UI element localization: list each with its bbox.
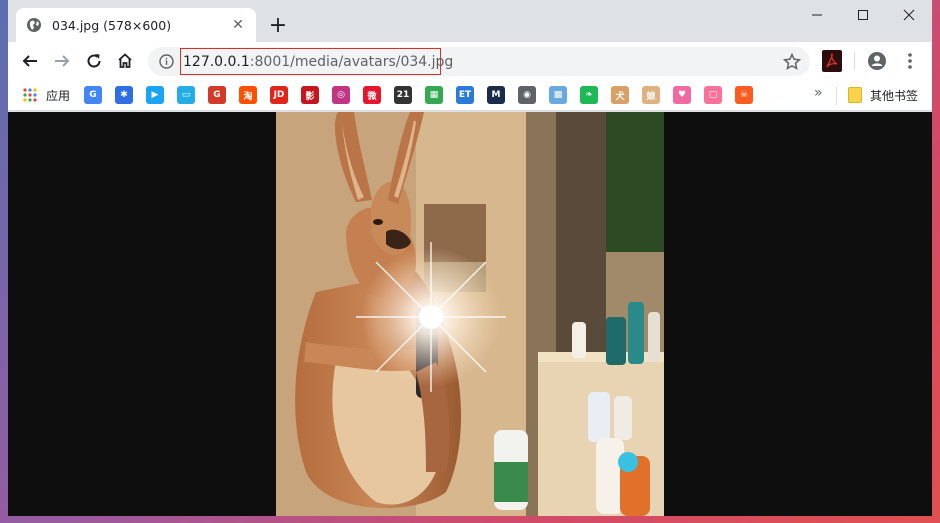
- reload-button[interactable]: [81, 48, 107, 74]
- minimize-icon: [812, 14, 822, 16]
- jd-icon[interactable]: JD: [270, 86, 288, 104]
- apps-label[interactable]: 应用: [46, 87, 70, 104]
- maximize-button[interactable]: [840, 0, 886, 30]
- arrow-left-icon: [22, 55, 37, 67]
- pdf-extension-icon[interactable]: [822, 50, 842, 72]
- maximize-icon: [858, 10, 868, 20]
- profile-icon[interactable]: [866, 50, 888, 72]
- tv-pink-icon[interactable]: ▢: [704, 86, 722, 104]
- kangaroo-selfie-image: [276, 112, 664, 516]
- close-icon: [903, 9, 915, 21]
- kebab-menu-icon[interactable]: [902, 50, 918, 72]
- instagram-icon[interactable]: ◎: [332, 86, 350, 104]
- tab-title: 034.jpg (578×600): [52, 17, 172, 33]
- google-translate-icon[interactable]: G: [84, 86, 102, 104]
- cinema-icon[interactable]: 影: [301, 86, 319, 104]
- star-icon[interactable]: [782, 52, 802, 72]
- toolbar-separator: [854, 52, 855, 70]
- browser-window: 034.jpg (578×600) ✕ + 127.0.0.1:8001/me…: [8, 0, 932, 516]
- photos-icon[interactable]: ▦: [425, 86, 443, 104]
- video-play-icon[interactable]: ▶: [146, 86, 164, 104]
- skull-icon[interactable]: ☠: [735, 86, 753, 104]
- shiba-icon[interactable]: 犬: [611, 86, 629, 104]
- bookmarks-bar: 应用 G ✱ ▶ ▭ G 淘 JD 影 ◎ 微 21 ▦ ET M ◉ ▩ ❧ 犬娘 ♥ ▢ ☠ » 其他书签: [8, 80, 932, 111]
- bilibili-tv-icon[interactable]: ▭: [177, 86, 195, 104]
- g-logo-icon[interactable]: G: [208, 86, 226, 104]
- reload-icon: [87, 54, 101, 68]
- weibo-icon[interactable]: 微: [363, 86, 381, 104]
- baidu-paw-icon[interactable]: ✱: [115, 86, 133, 104]
- url-host: 127.0.0.1: [183, 53, 250, 70]
- taobao-icon[interactable]: 淘: [239, 86, 257, 104]
- pink-girl-icon[interactable]: ♥: [673, 86, 691, 104]
- globe-icon[interactable]: ◉: [518, 86, 536, 104]
- close-window-button[interactable]: [886, 0, 932, 30]
- m-logo-icon[interactable]: M: [487, 86, 505, 104]
- address-bar[interactable]: 127.0.0.1:8001/media/avatars/034.jpg: [148, 47, 810, 76]
- home-icon: [118, 53, 132, 68]
- leaf-icon[interactable]: ❧: [580, 86, 598, 104]
- other-bookmarks-label[interactable]: 其他书签: [870, 87, 918, 104]
- tab-image[interactable]: 034.jpg (578×600) ✕: [16, 8, 256, 42]
- apps-grid-icon[interactable]: [22, 87, 38, 103]
- globe-icon: [26, 17, 42, 33]
- folder-icon[interactable]: [848, 87, 862, 103]
- puzzle-icon[interactable]: ▩: [549, 86, 567, 104]
- url-path: :8001/media/avatars/034.jpg: [249, 53, 454, 70]
- image-viewer: [8, 112, 932, 516]
- url-text[interactable]: 127.0.0.1:8001/media/avatars/034.jpg: [180, 48, 453, 75]
- bookmarks-separator: [836, 87, 837, 105]
- toolbar: 127.0.0.1:8001/media/avatars/034.jpg: [8, 42, 932, 80]
- minimize-button[interactable]: [794, 0, 840, 30]
- cctv-icon[interactable]: ET: [456, 86, 474, 104]
- info-icon[interactable]: [158, 53, 175, 70]
- kangaroo-photo[interactable]: [276, 112, 664, 516]
- tab-close-icon[interactable]: ✕: [230, 17, 246, 33]
- bookmarks-overflow-icon[interactable]: »: [814, 85, 823, 101]
- anime-girl-icon[interactable]: 娘: [642, 86, 660, 104]
- arrow-right-icon: [55, 55, 70, 67]
- back-button[interactable]: [17, 48, 43, 74]
- poker-icon[interactable]: 21: [394, 86, 412, 104]
- home-button[interactable]: [112, 48, 138, 74]
- tab-strip: 034.jpg (578×600) ✕ +: [8, 0, 932, 42]
- forward-button[interactable]: [49, 48, 75, 74]
- new-tab-button[interactable]: +: [266, 14, 290, 38]
